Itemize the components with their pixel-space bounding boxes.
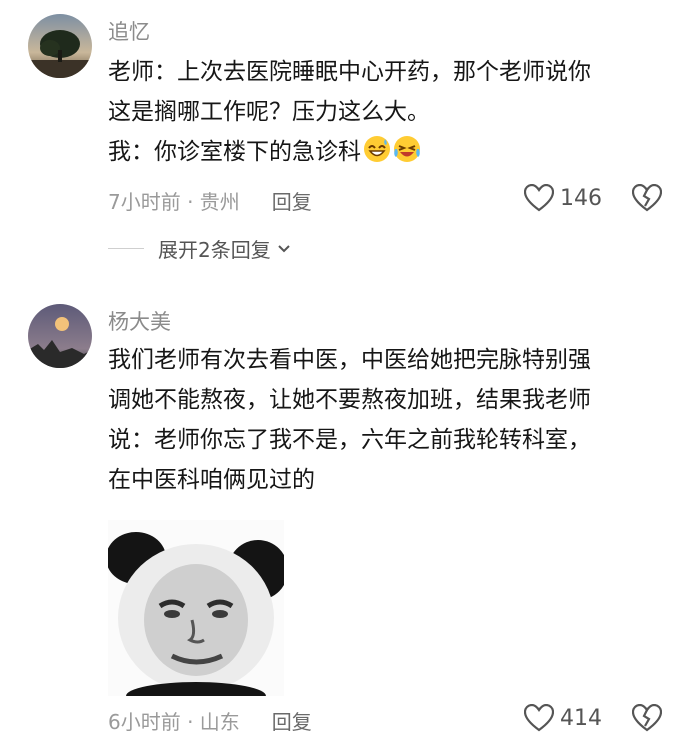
dislike-button[interactable]	[631, 183, 663, 216]
moon-dusk-avatar-image	[28, 304, 92, 368]
like-count: 146	[560, 185, 602, 211]
expand-replies-button[interactable]: 展开2条回复	[108, 234, 291, 263]
comment-line-text: 我：你诊室楼下的急诊科	[108, 139, 361, 165]
comment-meta: 7小时前 · 贵州 回复	[108, 186, 312, 215]
comment-line: 调她不能熬夜，让她不要熬夜加班，结果我老师	[108, 387, 591, 413]
comment-meta: 6小时前 · 山东 回复	[108, 706, 312, 735]
comment-line: 老师：上次去医院睡眠中心开药，那个老师说你	[108, 59, 591, 85]
like-count: 414	[560, 705, 602, 731]
avatar[interactable]	[28, 304, 92, 368]
panda-face-image	[108, 520, 284, 696]
comment-line: 这是搁哪工作呢？压力这么大。	[108, 99, 430, 125]
laugh-cry-emoji	[394, 136, 420, 162]
comment-line: 说：老师你忘了我不是，六年之前我轮转科室，	[108, 427, 591, 453]
divider	[108, 248, 144, 249]
grin-sweat-emoji	[364, 136, 390, 162]
reply-button[interactable]: 回复	[272, 186, 312, 215]
broken-heart-icon	[631, 183, 663, 212]
comment-line: 我们老师有次去看中医，中医给她把完脉特别强	[108, 347, 591, 373]
timestamp-location: 6小时前 · 山东	[108, 710, 240, 734]
heart-icon	[524, 704, 554, 732]
chevron-down-icon	[278, 244, 290, 252]
comment-body: 我们老师有次去看中医，中医给她把完脉特别强 调她不能熬夜，让她不要熬夜加班，结果…	[108, 340, 668, 500]
dislike-button[interactable]	[631, 703, 663, 736]
reply-button[interactable]: 回复	[272, 706, 312, 735]
username[interactable]: 杨大美	[108, 306, 171, 336]
expand-replies-label: 展开2条回复	[158, 238, 271, 262]
timestamp-location: 7小时前 · 贵州	[108, 190, 240, 214]
broken-heart-icon	[631, 703, 663, 732]
avatar[interactable]	[28, 14, 92, 78]
like-button[interactable]: 414	[524, 704, 602, 732]
comment-line: 我：你诊室楼下的急诊科	[108, 132, 668, 172]
username[interactable]: 追忆	[108, 16, 150, 46]
like-button[interactable]: 146	[524, 184, 602, 212]
comment-line: 在中医科咱俩见过的	[108, 467, 315, 493]
panda-face-meme-sticker[interactable]	[108, 520, 284, 696]
comment-body: 老师：上次去医院睡眠中心开药，那个老师说你 这是搁哪工作呢？压力这么大。 我：你…	[108, 52, 668, 172]
heart-icon	[524, 184, 554, 212]
tree-sunset-avatar-image	[28, 14, 92, 78]
